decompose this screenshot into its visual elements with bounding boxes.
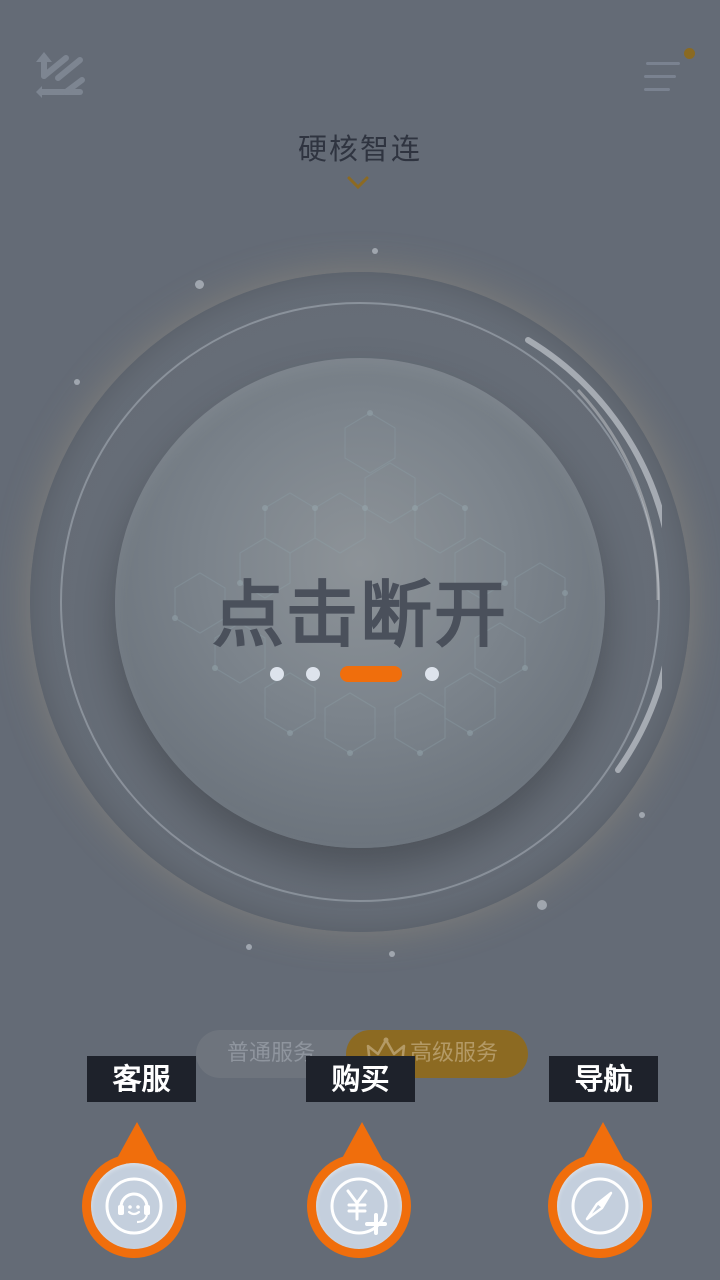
purchase-label: 购买 (306, 1056, 415, 1102)
line-name[interactable]: 硬核智连 (0, 126, 720, 168)
page-dot-active (340, 666, 402, 682)
yuan-plus-icon (330, 1177, 388, 1235)
page-dot (306, 667, 320, 681)
page-dot (425, 667, 439, 681)
purchase-button[interactable] (307, 1122, 417, 1262)
sparkle (372, 248, 378, 254)
page-indicator (115, 664, 605, 684)
sparkle (195, 280, 204, 289)
navigation-label: 导航 (549, 1056, 658, 1102)
switch-arrows-icon[interactable] (36, 52, 92, 102)
chevron-down-icon[interactable] (347, 176, 369, 190)
connect-toggle-button[interactable]: 点击断开 (115, 358, 605, 848)
customer-service-label: 客服 (87, 1056, 196, 1102)
notification-dot (684, 48, 695, 59)
premium-service-label: 高级服务 (410, 1041, 499, 1066)
customer-service-button[interactable] (82, 1122, 192, 1262)
connect-button-label: 点击断开 (211, 573, 508, 657)
headset-icon (105, 1177, 163, 1235)
menu-icon[interactable] (640, 48, 695, 98)
page-dot (270, 667, 284, 681)
navigation-button[interactable] (548, 1122, 658, 1262)
compass-icon (571, 1177, 629, 1235)
